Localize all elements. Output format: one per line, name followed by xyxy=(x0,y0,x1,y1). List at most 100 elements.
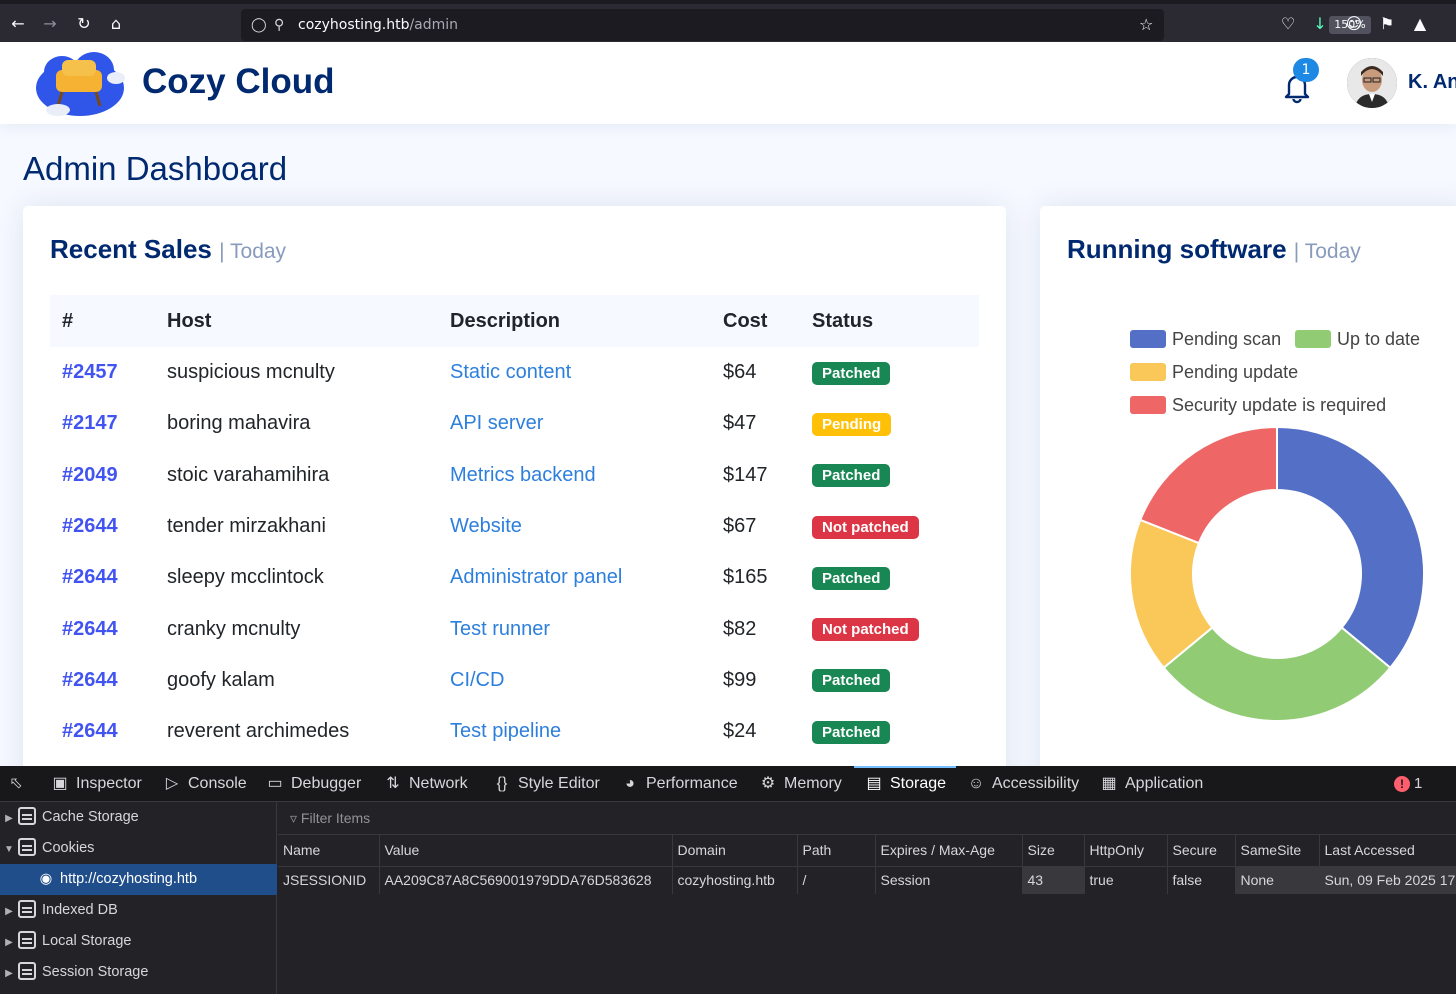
column-header[interactable]: Secure xyxy=(1167,835,1236,867)
back-icon[interactable]: ← xyxy=(6,12,30,36)
user-name[interactable]: K. An xyxy=(1408,71,1456,94)
column-header[interactable]: Size xyxy=(1022,835,1085,867)
home-icon[interactable]: ⌂ xyxy=(104,12,128,36)
host-name: suspicious mcnulty xyxy=(167,361,335,384)
column-header: Cost xyxy=(723,295,812,347)
status-badge: Patched xyxy=(812,669,891,693)
forward-icon[interactable]: → xyxy=(38,12,62,36)
description-link[interactable]: Website xyxy=(450,515,522,537)
tab-application[interactable]: ▦ Application xyxy=(1099,766,1203,802)
description-link[interactable]: Administrator panel xyxy=(450,566,622,588)
host-name: boring mahavira xyxy=(167,412,311,435)
host-name: tender mirzakhani xyxy=(167,515,326,538)
url-text[interactable]: cozyhosting.htb/admin xyxy=(298,9,458,41)
table-row: #2644 goofy kalam CI/CD $99 Patched xyxy=(50,655,979,706)
filter-items-input[interactable]: ▿ Filter Items xyxy=(278,802,1456,835)
status-badge: Not patched xyxy=(812,515,919,539)
tab-console[interactable]: ▷ Console xyxy=(162,766,247,802)
sale-id-link[interactable]: #2147 xyxy=(62,412,118,434)
sale-id-link[interactable]: #2457 xyxy=(62,361,118,383)
tree-item-cookies[interactable]: ▼ Cookies xyxy=(0,833,277,864)
description-link[interactable]: CI/CD xyxy=(450,669,504,691)
description-link[interactable]: Metrics backend xyxy=(450,464,596,486)
cookie-domain[interactable]: cozyhosting.htb xyxy=(672,866,798,894)
legend-item[interactable]: Up to date xyxy=(1295,329,1420,350)
column-header[interactable]: Expires / Max-Age xyxy=(875,835,1023,867)
error-indicator[interactable]: ! 1 xyxy=(1394,775,1422,792)
tab-network[interactable]: ⇅ Network xyxy=(383,766,467,802)
cozy-cloud-logo[interactable] xyxy=(32,48,128,120)
tab-performance[interactable]: ◕ Performance xyxy=(620,766,737,802)
address-bar[interactable]: ◯ ⚲ cozyhosting.htb/admin 150% ☆ xyxy=(241,9,1371,41)
tree-item-cozyhosting-origin[interactable]: ◉ http://cozyhosting.htb xyxy=(0,864,277,895)
sale-id-link[interactable]: #2644 xyxy=(62,515,118,537)
tab-memory[interactable]: ⚙ Memory xyxy=(758,766,842,802)
cookie-secure[interactable]: false xyxy=(1167,866,1236,894)
running-software-title: Running software | Today xyxy=(1067,234,1361,264)
sale-id-link[interactable]: #2644 xyxy=(62,566,118,588)
element-picker-icon[interactable]: ⬁ xyxy=(6,766,32,802)
cookie-last-accessed[interactable]: Sun, 09 Feb 2025 17: xyxy=(1319,866,1456,894)
shield-icon[interactable]: ◯ xyxy=(251,9,267,41)
bookmark-star-icon[interactable]: ☆ xyxy=(1139,9,1153,41)
tab-debugger[interactable]: ▭ Debugger xyxy=(265,766,361,802)
tree-item-session-storage[interactable]: ▶ Session Storage xyxy=(0,957,277,988)
sale-id-link[interactable]: #2644 xyxy=(62,720,118,742)
site-header: Cozy Cloud 1 K. An xyxy=(0,42,1456,124)
sale-id-link[interactable]: #2644 xyxy=(62,618,118,640)
tab-storage[interactable]: ▤ Storage xyxy=(853,766,957,802)
extension-hat-icon[interactable]: ▲ xyxy=(1408,12,1432,36)
legend-item[interactable]: Pending update xyxy=(1130,362,1298,383)
tab-style-editor[interactable]: {} Style Editor xyxy=(492,766,600,802)
avatar[interactable] xyxy=(1347,58,1397,108)
tree-item-local-storage[interactable]: ▶ Local Storage xyxy=(0,926,277,957)
column-header[interactable]: Value xyxy=(379,835,673,867)
tree-item-indexed-db[interactable]: ▶ Indexed DB xyxy=(0,895,277,926)
cookie-expires[interactable]: Session xyxy=(875,866,1023,894)
cookie-value[interactable]: AA209C87A8C569001979DDA76D583628 xyxy=(379,866,673,894)
cookie-size[interactable]: 43 xyxy=(1022,866,1085,894)
donut-slice-security-update-is-required[interactable] xyxy=(1139,426,1278,545)
cookie-row[interactable]: JSESSIONID AA209C87A8C569001979DDA76D583… xyxy=(278,866,1456,894)
column-header[interactable]: Last Accessed xyxy=(1319,835,1456,867)
sale-id-link[interactable]: #2049 xyxy=(62,464,118,486)
description-link[interactable]: Test pipeline xyxy=(450,720,561,742)
legend-item[interactable]: Pending scan xyxy=(1130,329,1281,350)
tree-item-cache-storage[interactable]: ▶ Cache Storage xyxy=(0,802,277,833)
brand-name[interactable]: Cozy Cloud xyxy=(142,62,334,102)
column-header[interactable]: Name xyxy=(278,835,380,867)
description-link[interactable]: Static content xyxy=(450,361,571,383)
column-header[interactable]: Domain xyxy=(672,835,798,867)
table-header-row: # Host Description Cost Status xyxy=(50,295,979,347)
account-icon[interactable]: ☺ xyxy=(1342,12,1366,36)
style-editor-icon: {} xyxy=(496,775,508,792)
description-link[interactable]: Test runner xyxy=(450,618,550,640)
description-link[interactable]: API server xyxy=(450,412,543,434)
column-header[interactable]: SameSite xyxy=(1235,835,1320,867)
cookie-samesite[interactable]: None xyxy=(1235,866,1320,894)
cookie-path[interactable]: / xyxy=(797,866,876,894)
reload-icon[interactable]: ↻ xyxy=(72,12,96,36)
status-badge: Pending xyxy=(812,412,892,436)
tab-inspector[interactable]: ▣ Inspector xyxy=(50,766,141,802)
column-header[interactable]: HttpOnly xyxy=(1084,835,1168,867)
legend-item[interactable]: Security update is required xyxy=(1130,395,1386,416)
column-header[interactable]: Path xyxy=(797,835,876,867)
donut-slice-up-to-date[interactable] xyxy=(1162,626,1392,722)
cookie-httponly[interactable]: true xyxy=(1084,866,1168,894)
table-row: #2644 cranky mcnulty Test runner $82 Not pat… xyxy=(50,603,979,654)
database-icon xyxy=(18,962,36,980)
donut-slice-pending-scan[interactable] xyxy=(1276,426,1425,670)
tab-accessibility[interactable]: ☺ Accessibility xyxy=(966,766,1079,802)
sale-id-link[interactable]: #2644 xyxy=(62,669,118,691)
host-name: stoic varahamihira xyxy=(167,463,330,486)
storage-tree: ▶ Cache Storage ▼ Cookies ◉ http://cozyhost… xyxy=(0,802,277,994)
software-donut-chart xyxy=(1129,426,1425,722)
globe-icon: ◉ xyxy=(39,871,53,887)
cookie-header-row: Name Value Domain Path Expires / Max-Age… xyxy=(278,835,1456,867)
pocket-icon[interactable]: ♡ xyxy=(1276,12,1300,36)
lock-icon[interactable]: ⚲ xyxy=(274,9,284,41)
downloads-icon[interactable]: ↓ xyxy=(1308,12,1332,36)
extensions-icon[interactable]: ⚑ xyxy=(1375,12,1399,36)
cookie-name[interactable]: JSESSIONID xyxy=(278,866,380,894)
